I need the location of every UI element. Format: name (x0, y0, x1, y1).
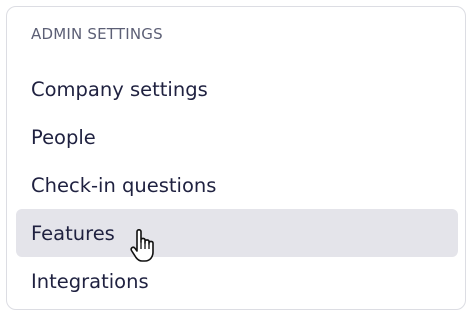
admin-settings-panel: ADMIN SETTINGS Company settings People C… (6, 6, 466, 310)
menu-item-check-in-questions[interactable]: Check-in questions (16, 161, 458, 209)
menu-item-people[interactable]: People (16, 113, 458, 161)
menu-item-label: Integrations (31, 269, 149, 293)
menu-item-integrations[interactable]: Integrations (16, 257, 458, 305)
admin-settings-menu: Company settings People Check-in questio… (16, 65, 458, 305)
menu-item-company-settings[interactable]: Company settings (16, 65, 458, 113)
menu-item-label: Check-in questions (31, 173, 217, 197)
menu-item-label: Company settings (31, 77, 208, 101)
section-title: ADMIN SETTINGS (31, 25, 163, 43)
menu-item-features[interactable]: Features (16, 209, 458, 262)
menu-item-label: People (31, 125, 96, 149)
menu-item-label: Features (31, 221, 115, 245)
